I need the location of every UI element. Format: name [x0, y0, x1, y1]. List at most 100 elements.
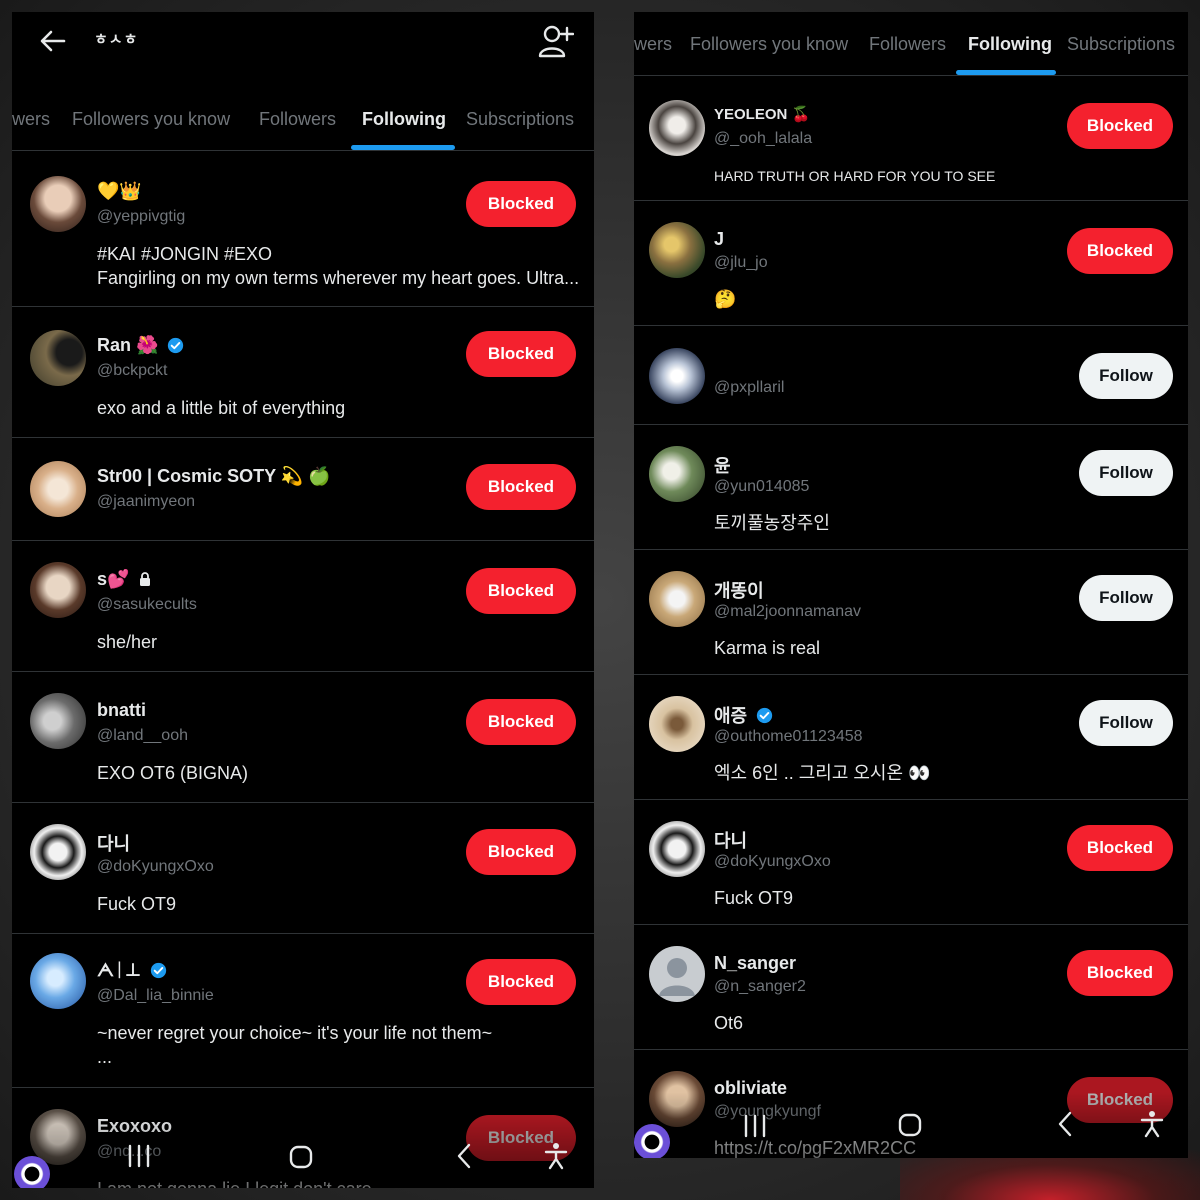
tab-followers-you-know[interactable]: Followers you know — [690, 12, 848, 76]
avatar[interactable] — [30, 953, 86, 1009]
user-handle: @jaanimyeon — [97, 493, 196, 510]
tab-followers-you-know[interactable]: Followers you know — [72, 87, 230, 151]
right-screen: wers Followers you know Followers Follow… — [634, 12, 1188, 1158]
home-icon[interactable] — [897, 1112, 923, 1138]
blocked-button[interactable]: Blocked — [1067, 103, 1173, 149]
avatar[interactable] — [649, 348, 705, 404]
recents-icon[interactable] — [126, 1144, 152, 1168]
user-bio-line: ... — [97, 1047, 113, 1067]
tab-verified-followers[interactable]: wers — [12, 87, 50, 151]
avatar[interactable] — [30, 330, 86, 386]
blocked-button[interactable]: Blocked — [466, 568, 576, 614]
user-row[interactable]: Exoxoxo @nq...co I am not gonna lie I le… — [12, 1089, 594, 1188]
accessibility-icon[interactable] — [544, 1142, 568, 1170]
user-row[interactable]: ᗅᛁ⊥ @Dal_lia_binnie ~never regret your c… — [12, 935, 594, 1088]
tab-subscriptions[interactable]: Subscriptions — [1067, 12, 1175, 76]
user-row[interactable]: Str00 | Cosmic SOTY 💫 🍏 @jaanimyeon Bloc… — [12, 439, 594, 541]
user-handle: @land__ooh — [97, 727, 188, 744]
avatar[interactable] — [30, 824, 86, 880]
user-name: 애증 — [714, 702, 773, 728]
user-bio-line: #KAI #JONGIN #EXO — [97, 244, 273, 264]
avatar[interactable] — [649, 1071, 705, 1127]
user-row[interactable]: 개똥이 @mal2joonnamanav Karma is real Follo… — [634, 551, 1188, 675]
home-icon[interactable] — [288, 1144, 314, 1170]
accessibility-icon[interactable] — [1140, 1110, 1164, 1138]
blocked-button[interactable]: Blocked — [1067, 825, 1173, 871]
user-bio-line: Ot6 — [714, 1013, 744, 1033]
avatar[interactable] — [649, 946, 705, 1002]
avatar[interactable] — [649, 446, 705, 502]
top-bar: ㅎㅅㅎ — [12, 12, 594, 74]
user-bio-line: ~never regret your choice~ it's your lif… — [97, 1023, 493, 1043]
user-bio-line: https://t.co/pgF2xMR2CC — [714, 1138, 917, 1158]
user-row[interactable]: Ran 🌺 @bckpckt exo and a little bit of e… — [12, 308, 594, 438]
user-row[interactable]: 다니 @doKyungxOxo Fuck OT9 Blocked — [634, 801, 1188, 925]
user-handle: @Dal_lia_binnie — [97, 987, 214, 1004]
avatar[interactable] — [649, 696, 705, 752]
user-row[interactable]: 💛👑 @yeppivgtig #KAI #JONGIN #EXO Fangirl… — [12, 152, 594, 307]
avatar[interactable] — [649, 571, 705, 627]
user-row[interactable]: obliviate @youngkyungf https://t.co/pgF2… — [634, 1051, 1188, 1158]
user-row[interactable]: 다니 @doKyungxOxo Fuck OT9 Blocked — [12, 804, 594, 934]
floating-action-icon[interactable] — [14, 1156, 50, 1188]
user-row[interactable]: J @jlu_jo 🤔 Blocked — [634, 202, 1188, 326]
user-row[interactable]: YEOLEON 🍒 @_ooh_lalala HARD TRUTH OR HAR… — [634, 77, 1188, 201]
user-name: 다니 — [97, 834, 131, 854]
person-plus-icon[interactable] — [538, 24, 574, 58]
user-row[interactable]: N_sanger @n_sanger2 Ot6 Blocked — [634, 926, 1188, 1050]
tab-following[interactable]: Following — [968, 12, 1052, 76]
chevron-left-icon[interactable] — [454, 1142, 474, 1170]
recents-icon[interactable] — [742, 1114, 768, 1138]
user-bio-line: 🤔 — [714, 289, 737, 309]
avatar[interactable] — [649, 222, 705, 278]
active-tab-indicator — [351, 145, 455, 150]
blocked-button[interactable]: Blocked — [1067, 950, 1173, 996]
avatar[interactable] — [30, 693, 86, 749]
blocked-button[interactable]: Blocked — [466, 699, 576, 745]
user-name: 윤 — [714, 456, 731, 476]
blocked-button[interactable]: Blocked — [466, 959, 576, 1005]
avatar[interactable] — [649, 100, 705, 156]
user-name: 💛👑 — [97, 180, 142, 201]
blocked-button[interactable]: Blocked — [466, 181, 576, 227]
user-handle: @outhome01123458 — [714, 728, 863, 745]
tab-followers[interactable]: Followers — [259, 87, 336, 151]
user-bio-line: 토끼풀농장주인 — [714, 513, 830, 533]
avatar[interactable] — [649, 821, 705, 877]
user-bio-line: I am not gonna lie I legit don't care — [97, 1177, 372, 1188]
tab-subscriptions[interactable]: Subscriptions — [466, 87, 574, 151]
user-name: 개똥이 — [714, 581, 764, 601]
blocked-button[interactable]: Blocked — [466, 331, 576, 377]
follow-button[interactable]: Follow — [1079, 700, 1173, 746]
chevron-left-icon[interactable] — [1055, 1110, 1075, 1138]
tab-followers[interactable]: Followers — [869, 12, 946, 76]
user-row[interactable]: bnatti @land__ooh EXO OT6 (BIGNA) Blocke… — [12, 673, 594, 803]
user-row[interactable]: 윤 @yun014085 토끼풀농장주인 Follow — [634, 426, 1188, 550]
user-row[interactable]: @pxpllaril Follow — [634, 327, 1188, 425]
tab-bar: wers Followers you know Followers Follow… — [12, 87, 594, 151]
floating-action-icon[interactable] — [634, 1124, 670, 1158]
user-bio-line: 엑소 6인 .. 그리고 오시온 👀 — [714, 763, 931, 783]
user-bio-line: exo and a little bit of everything — [97, 398, 346, 418]
user-bio-line: Fangirling on my own terms wherever my h… — [97, 268, 580, 288]
tab-bar: wers Followers you know Followers Follow… — [634, 12, 1188, 76]
user-name: Str00 | Cosmic SOTY 💫 🍏 — [97, 465, 331, 486]
tab-following[interactable]: Following — [362, 87, 446, 151]
follow-button[interactable]: Follow — [1079, 353, 1173, 399]
avatar[interactable] — [30, 176, 86, 232]
follow-button[interactable]: Follow — [1079, 575, 1173, 621]
user-handle: @jlu_jo — [714, 254, 768, 271]
follow-button[interactable]: Follow — [1079, 450, 1173, 496]
user-row[interactable]: s💕 @sasukecults she/her Blocked — [12, 542, 594, 672]
blocked-button[interactable]: Blocked — [1067, 228, 1173, 274]
blocked-button[interactable]: Blocked — [466, 829, 576, 875]
arrow-left-icon[interactable] — [38, 26, 68, 56]
user-row[interactable]: 애증 @outhome01123458 엑소 6인 .. 그리고 오시온 👀 F… — [634, 676, 1188, 800]
tab-verified-followers[interactable]: wers — [634, 12, 672, 76]
user-bio-line: EXO OT6 (BIGNA) — [97, 763, 249, 783]
blocked-button[interactable]: Blocked — [466, 464, 576, 510]
avatar[interactable] — [30, 461, 86, 517]
user-name: ᗅᛁ⊥ — [97, 959, 167, 981]
avatar[interactable] — [30, 562, 86, 618]
left-screen: ㅎㅅㅎ wers Followers you know Followers Fo… — [12, 12, 594, 1188]
